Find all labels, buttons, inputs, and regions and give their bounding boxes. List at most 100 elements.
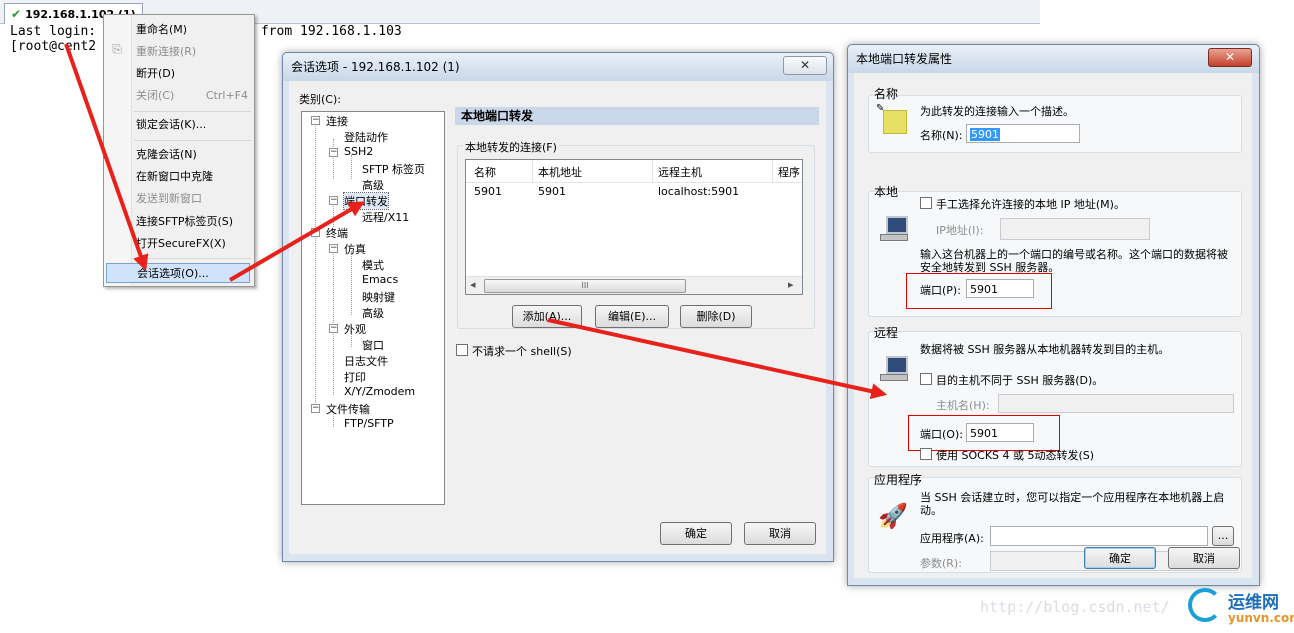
rocket-icon: 🚀 <box>878 502 908 530</box>
application-label: 应用程序(A): <box>920 532 984 545</box>
tree-item-emulation-advanced[interactable]: 高级 <box>362 305 384 321</box>
ip-address-label: IP地址(I): <box>936 224 984 237</box>
terminal-line-1a: Last login: <box>10 24 97 39</box>
ok-button[interactable]: 确定 <box>1084 547 1156 569</box>
tree-collapse-icon[interactable]: − <box>311 116 320 125</box>
panel-title: 本地端口转发 <box>455 107 819 125</box>
tree-item-emulation[interactable]: 仿真 <box>344 241 366 257</box>
column-header-program[interactable]: 程序 <box>778 164 800 180</box>
menu-item-reconnect[interactable]: 重新连接(R) <box>132 42 256 62</box>
tree-item-ftp-sftp[interactable]: FTP/SFTP <box>344 417 394 430</box>
close-icon: ✕ <box>799 58 811 72</box>
menu-item-send-new-window[interactable]: 发送到新窗口 <box>132 189 256 209</box>
tree-item-ssh2[interactable]: SSH2 <box>344 145 373 158</box>
tree-item-connection[interactable]: 连接 <box>326 113 348 129</box>
ip-address-input[interactable] <box>1000 218 1150 240</box>
hostname-label: 主机名(H): <box>936 399 990 412</box>
menu-item-close[interactable]: 关闭(C) Ctrl+F4 <box>132 86 256 106</box>
tree-item-remote-x11[interactable]: 远程/X11 <box>362 209 409 225</box>
menu-item-open-securefx[interactable]: 打开SecureFX(X) <box>132 234 256 254</box>
tree-item-appearance[interactable]: 外观 <box>344 321 366 337</box>
scroll-thumb[interactable]: III <box>484 279 686 293</box>
name-description: 为此转发的连接输入一个描述。 <box>920 105 1074 118</box>
tree-item-emacs[interactable]: Emacs <box>362 273 398 286</box>
parameters-label: 参数(R): <box>920 557 962 570</box>
horizontal-scrollbar[interactable]: ◂ III ▸ <box>466 276 802 294</box>
logo-cn-text: 运维网 <box>1228 593 1279 613</box>
tree-item-ssh2-advanced[interactable]: 高级 <box>362 177 384 193</box>
session-context-menu: ⎘ 重命名(M) 重新连接(R) 断开(D) 关闭(C) Ctrl+F4 锁定会话… <box>103 14 255 287</box>
edit-button[interactable]: 编辑(E)... <box>595 305 669 328</box>
scroll-left-icon[interactable]: ◂ <box>470 278 476 291</box>
menu-item-rename[interactable]: 重命名(M) <box>132 20 256 40</box>
menu-item-disconnect[interactable]: 断开(D) <box>132 64 256 84</box>
manual-ip-checkbox[interactable] <box>920 197 932 209</box>
menu-item-connect-sftp[interactable]: 连接SFTP标签页(S) <box>132 212 256 232</box>
hostname-input[interactable] <box>998 394 1234 413</box>
delete-button[interactable]: 删除(D) <box>680 305 752 328</box>
ok-button[interactable]: 确定 <box>660 522 732 545</box>
tree-item-terminal[interactable]: 终端 <box>326 225 348 241</box>
tree-collapse-icon[interactable]: − <box>311 228 320 237</box>
logo-en-text: yunvn.com <box>1228 611 1294 625</box>
add-button[interactable]: 添加(A)... <box>512 305 582 328</box>
menu-separator <box>134 258 251 259</box>
menu-separator <box>134 140 251 141</box>
tree-collapse-icon[interactable]: − <box>329 148 338 157</box>
dest-differs-label: 目的主机不同于 SSH 服务器(D)。 <box>936 374 1104 387</box>
dest-differs-checkbox[interactable] <box>920 373 932 385</box>
tree-item-log-file[interactable]: 日志文件 <box>344 353 388 369</box>
browse-button[interactable]: ... <box>1212 526 1234 546</box>
socks-label: 使用 SOCKS 4 或 5动态转发(S) <box>936 449 1095 462</box>
tree-item-xyzmodem[interactable]: X/Y/Zmodem <box>344 385 415 398</box>
dialog-client: 名称 ✎ 为此转发的连接输入一个描述。 名称(N): 5901 本地 手工选择允… <box>854 73 1252 578</box>
menu-item-clone-session[interactable]: 克隆会话(N) <box>132 145 256 165</box>
cell-name: 5901 <box>474 185 502 198</box>
menu-item-session-options[interactable]: 会话选项(O)... <box>106 263 250 283</box>
no-shell-checkbox[interactable] <box>456 344 468 356</box>
name-section-title: 名称 <box>874 87 899 101</box>
tree-collapse-icon[interactable]: − <box>329 324 338 333</box>
close-button[interactable]: ✕ <box>783 56 827 75</box>
category-tree[interactable]: − 连接 登陆动作 − SSH2 SFTP 标签页 高级 − 端口转发 远程/X… <box>301 111 445 505</box>
tree-item-port-forwarding[interactable]: 端口转发 <box>343 192 389 210</box>
forwarded-connections-list[interactable]: 名称 本机地址 远程主机 程序 5901 5901 localhost:5901… <box>465 159 803 295</box>
application-input[interactable] <box>990 526 1208 546</box>
watermark-text: http://blog.csdn.net/ <box>980 598 1170 616</box>
tree-collapse-icon[interactable]: − <box>329 244 338 253</box>
socks-checkbox[interactable] <box>920 448 932 460</box>
tree-item-sftp-tab[interactable]: SFTP 标签页 <box>362 161 425 177</box>
column-header-local[interactable]: 本机地址 <box>538 164 582 180</box>
tree-connector <box>333 203 334 227</box>
forward-properties-dialog: 本地端口转发属性 ✕ 名称 ✎ 为此转发的连接输入一个描述。 名称(N): 59… <box>847 44 1260 586</box>
close-button[interactable]: ✕ <box>1208 48 1252 67</box>
close-icon: ✕ <box>1224 50 1236 64</box>
highlight-box-remote-port <box>908 415 1060 451</box>
column-header-remote[interactable]: 远程主机 <box>658 164 702 180</box>
application-description: 当 SSH 会话建立时，您可以指定一个应用程序在本地机器上启动。 <box>920 491 1225 517</box>
remote-description: 数据将被 SSH 服务器从本地机器转发到目的主机。 <box>920 343 1170 356</box>
tree-item-mapped-keys[interactable]: 映射键 <box>362 289 395 305</box>
name-input[interactable]: 5901 <box>966 124 1080 143</box>
dialog-client: 类别(C): − 连接 登陆动作 − SSH2 SFTP 标签页 高级 − 端口… <box>289 81 826 554</box>
menu-item-clone-new-window[interactable]: 在新窗口中克隆 <box>132 167 256 187</box>
menu-item-lock-session[interactable]: 锁定会话(K)... <box>132 115 256 135</box>
cancel-button[interactable]: 取消 <box>744 522 816 545</box>
tree-item-logon-actions[interactable]: 登陆动作 <box>344 129 388 145</box>
scroll-right-icon[interactable]: ▸ <box>788 278 794 291</box>
column-header-name[interactable]: 名称 <box>474 164 496 180</box>
tree-item-window[interactable]: 窗口 <box>362 337 384 353</box>
tree-item-printing[interactable]: 打印 <box>344 369 366 385</box>
remote-section-title: 远程 <box>874 326 899 340</box>
session-options-dialog: 会话选项 - 192.168.1.102 (1) ✕ 类别(C): − 连接 登… <box>282 52 834 562</box>
tree-item-modes[interactable]: 模式 <box>362 257 384 273</box>
dialog-title: 本地端口转发属性 <box>856 52 953 66</box>
menu-separator <box>134 111 251 112</box>
tree-item-file-transfer[interactable]: 文件传输 <box>326 401 370 417</box>
computer-icon <box>880 216 908 241</box>
tree-collapse-icon[interactable]: − <box>311 404 320 413</box>
no-shell-label: 不请求一个 shell(S) <box>472 345 572 358</box>
table-row[interactable]: 5901 5901 localhost:5901 <box>466 183 802 201</box>
tree-collapse-icon[interactable]: − <box>329 196 338 205</box>
cancel-button[interactable]: 取消 <box>1168 547 1240 569</box>
